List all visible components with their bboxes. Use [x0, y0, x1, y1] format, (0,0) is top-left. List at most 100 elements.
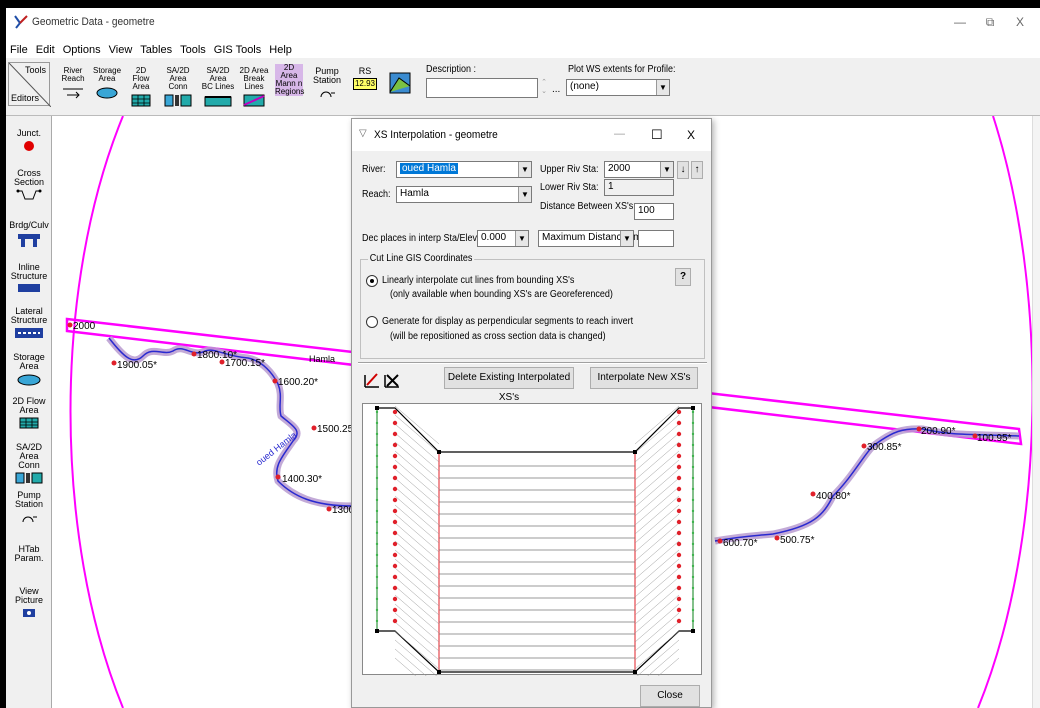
- close-button[interactable]: X: [1000, 11, 1040, 33]
- menu-view[interactable]: View: [105, 42, 137, 58]
- radio-perpendicular[interactable]: [366, 316, 378, 328]
- sa-2d-bc-lines-button[interactable]: SA/2D Area BC Lines: [200, 66, 236, 107]
- description-ellipsis-button[interactable]: ...: [552, 84, 560, 95]
- hatch-line: [634, 504, 680, 544]
- vertex-dot: [691, 465, 695, 469]
- dialog-maximize-button[interactable]: ☐: [651, 127, 663, 143]
- view-picture-button[interactable]: View Picture: [8, 578, 50, 626]
- rs-label: RS: [358, 66, 372, 76]
- rs-button[interactable]: RS 12.93: [350, 66, 380, 102]
- hatch-line: [634, 549, 680, 589]
- vertex-dot: [375, 619, 379, 623]
- vertex-dot: [676, 508, 682, 514]
- reach-label: Reach:: [362, 189, 391, 200]
- xs-interpolation-dialog: ▽ XS Interpolation - geometre — ☐ X Rive…: [351, 118, 712, 708]
- lateral-structure-editor-button[interactable]: Lateral Structure: [8, 298, 50, 348]
- pump-station-button[interactable]: Pump Station: [312, 66, 342, 102]
- delete-cut-line-icon[interactable]: [383, 371, 401, 389]
- description-label: Description :: [426, 64, 477, 75]
- dec-places-dropdown[interactable]: 0.000 ▼: [477, 230, 529, 247]
- menu-tables[interactable]: Tables: [136, 42, 176, 58]
- xs-preview-plot: [362, 403, 702, 697]
- vertex-dot: [691, 597, 695, 601]
- interpolation-lines: [439, 465, 635, 671]
- 2d-area-boundary-right: [977, 116, 1033, 708]
- description-spinner[interactable]: ⌃ ⌄: [538, 78, 550, 98]
- upper-riv-sta-dropdown[interactable]: 2000 ▼: [604, 161, 674, 178]
- hatch-line: [634, 477, 680, 517]
- draw-cut-line-icon[interactable]: [363, 371, 381, 389]
- up-arrow-button[interactable]: ↑: [691, 161, 703, 179]
- station-label: 1600.20*: [278, 377, 318, 388]
- max-distance-dropdown[interactable]: Maximum Distance (m) ▼: [538, 230, 645, 247]
- river-reach-button[interactable]: River Reach: [58, 66, 88, 102]
- 2d-break-lines-button[interactable]: 2D Area Break Lines: [238, 66, 270, 107]
- tools-editors-toggle[interactable]: Tools Editors: [8, 62, 51, 107]
- vertex-dot: [392, 475, 398, 481]
- vertex-dot: [375, 520, 379, 524]
- sa-2d-conn-label: SA/2D Area Conn: [166, 66, 190, 91]
- river-dropdown[interactable]: oued Hamla ▼: [396, 161, 532, 178]
- hatch-line: [634, 459, 680, 499]
- radio-linear-interpolate[interactable]: [366, 275, 378, 287]
- cross-section-editor-button[interactable]: Cross Section: [8, 160, 50, 210]
- pump-station-editor-button[interactable]: Pump Station: [8, 482, 50, 532]
- hatch-line: [394, 486, 440, 526]
- vertex-dot: [691, 553, 695, 557]
- vertex-dot: [375, 542, 379, 546]
- reach-dropdown[interactable]: Hamla ▼: [396, 186, 532, 203]
- vertex-dot: [392, 607, 398, 613]
- mann-n-regions-button[interactable]: 2D Area Mann n Regions: [274, 63, 304, 99]
- dec-places-value: 0.000: [481, 232, 507, 243]
- interpolate-new-xs-button[interactable]: Interpolate New XS's: [590, 367, 698, 389]
- 2d-flow-area-button[interactable]: 2D Flow Area: [126, 66, 156, 107]
- hatch-line: [634, 495, 680, 535]
- vertex-dot: [392, 530, 398, 536]
- htab-param-button[interactable]: HTab Param.: [8, 536, 50, 563]
- vertex-dot: [375, 597, 379, 601]
- dialog-close-button[interactable]: X: [687, 128, 695, 142]
- max-distance-input[interactable]: [638, 230, 674, 247]
- distance-between-input[interactable]: 100: [634, 203, 674, 220]
- menu-options[interactable]: Options: [59, 42, 105, 58]
- 2d-flow-area-editor-label: 2D Flow Area: [12, 396, 46, 415]
- dialog-minimize-button[interactable]: —: [614, 128, 625, 140]
- map-layers-icon[interactable]: [389, 72, 411, 94]
- vertex-dot: [691, 509, 695, 513]
- hatch-line: [394, 558, 440, 598]
- vertex-dot: [691, 619, 695, 623]
- chevron-down-icon: ▼: [515, 231, 528, 246]
- station-label: 200.90*: [921, 426, 956, 437]
- plot-ws-profile-dropdown[interactable]: (none) ▼: [566, 79, 670, 96]
- down-arrow-button[interactable]: ↓: [677, 161, 689, 179]
- xs-preview-drawing: [375, 405, 695, 697]
- help-button[interactable]: ?: [675, 268, 691, 286]
- station-label: 300.85*: [867, 442, 902, 453]
- menu-edit[interactable]: Edit: [32, 42, 59, 58]
- reach-value: Hamla: [400, 188, 429, 199]
- inline-structure-editor-button[interactable]: Inline Structure: [8, 254, 50, 302]
- vertical-scrollbar[interactable]: [1032, 116, 1040, 708]
- close-dialog-button[interactable]: Close: [640, 685, 700, 707]
- hatch-line: [634, 450, 680, 490]
- menu-file[interactable]: File: [6, 42, 32, 58]
- bridge-culvert-editor-button[interactable]: Brdg/Culv: [8, 212, 50, 257]
- junction-editor-button[interactable]: Junct.: [8, 120, 50, 161]
- storage-area-button[interactable]: Storage Area: [92, 66, 122, 102]
- vertex-dot: [691, 410, 695, 414]
- 2d-flow-area-editor-button[interactable]: 2D Flow Area: [8, 388, 50, 438]
- sa-2d-area-conn-button[interactable]: SA/2D Area Conn: [160, 66, 196, 107]
- delete-interpolated-xs-button[interactable]: Delete Existing Interpolated XS's: [444, 367, 574, 403]
- menu-gis-tools[interactable]: GIS Tools: [210, 42, 266, 58]
- vertex-dot: [375, 487, 379, 491]
- hatch-line: [634, 576, 680, 616]
- menu-help[interactable]: Help: [265, 42, 296, 58]
- description-input[interactable]: [426, 78, 538, 98]
- bridge-icon: [18, 234, 40, 247]
- pump-station-editor-label: Pump Station: [14, 490, 44, 509]
- pump-station-editor-icon: [22, 516, 37, 523]
- menu-tools[interactable]: Tools: [176, 42, 210, 58]
- hatch-line: [394, 540, 440, 580]
- vertex-dot: [392, 541, 398, 547]
- vertex-dot: [375, 575, 379, 579]
